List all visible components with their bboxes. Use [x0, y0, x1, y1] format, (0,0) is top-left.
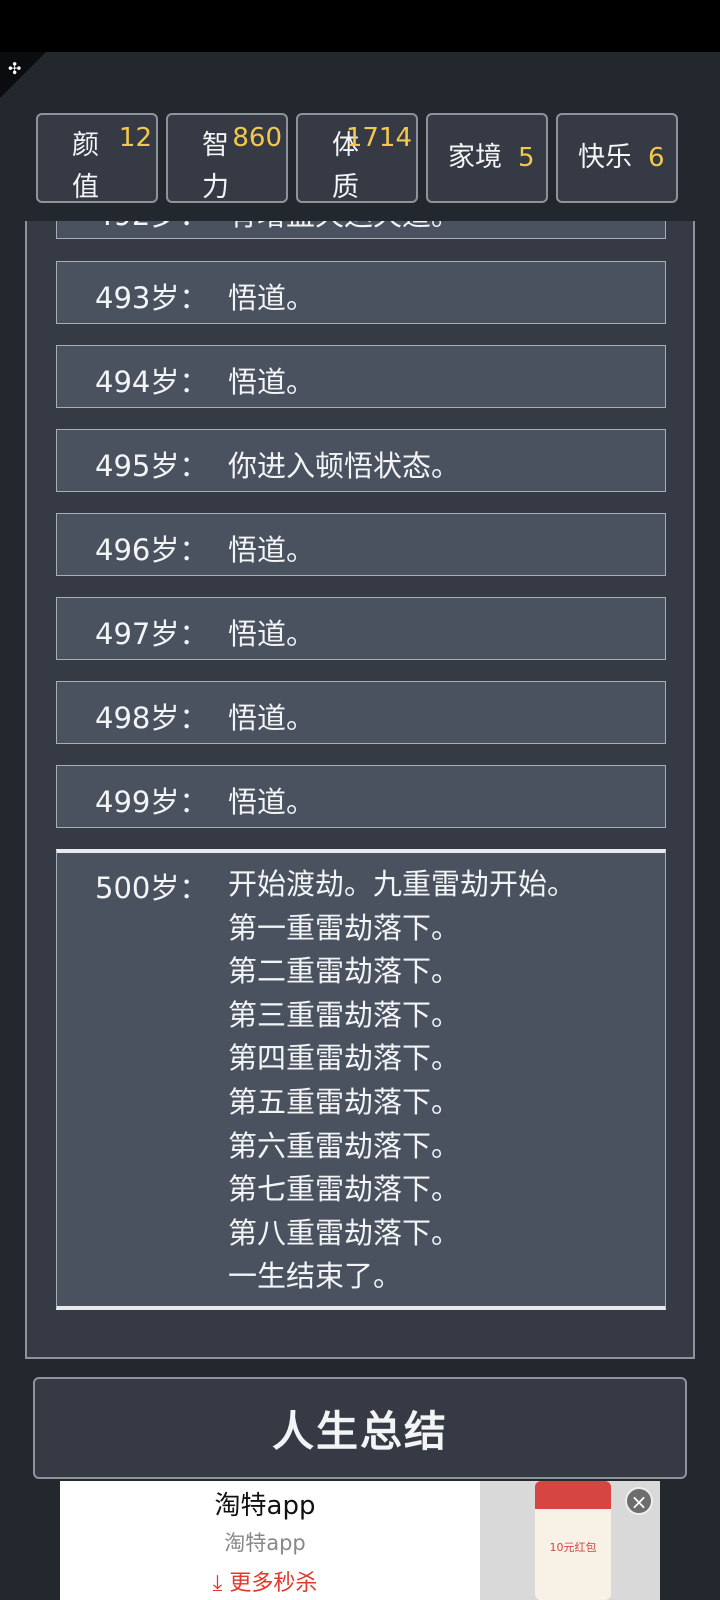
event-text: 悟道。 — [228, 365, 316, 399]
event-line: 第六重雷劫落下。 — [228, 1128, 461, 1163]
event-age: 499岁： — [95, 785, 209, 819]
life-event-list[interactable]: 492岁： 有增益天运天道。 493岁： 悟道。 494岁： 悟道。 495岁：… — [25, 221, 695, 1359]
close-icon[interactable]: × — [625, 1487, 653, 1515]
stat-label: 快乐 — [578, 142, 632, 173]
stat-value: 6 — [648, 143, 665, 173]
event-age: 495岁： — [95, 449, 209, 483]
event-text: 悟道。 — [228, 533, 316, 567]
event-text: 悟道。 — [228, 701, 316, 735]
event-age: 493岁： — [95, 281, 209, 315]
event-line: 第八重雷劫落下。 — [228, 1215, 461, 1250]
stat-value: 860 — [232, 123, 282, 153]
event-line: 第一重雷劫落下。 — [228, 910, 461, 945]
stat-label: 智力 — [202, 130, 229, 203]
event-line: 第四重雷劫落下。 — [228, 1041, 461, 1076]
ad-cta[interactable]: ⤓ 更多秒杀 — [60, 1565, 470, 1597]
event-line: 第二重雷劫落下。 — [228, 954, 461, 989]
ad-subtitle: 淘特app — [224, 1531, 306, 1555]
final-event-item: 500岁： 开始渡劫。九重雷劫开始。 第一重雷劫落下。 第二重雷劫落下。 第三重… — [56, 849, 666, 1310]
life-summary-button[interactable]: 人生总结 — [33, 1377, 687, 1479]
ad-banner[interactable]: 淘特app 淘特app ⤓ 更多秒杀 10元红包 — [60, 1481, 660, 1600]
ad-coupon-header — [535, 1481, 611, 1509]
list-item: 492岁： 有增益天运天道。 — [56, 221, 666, 239]
stat-happiness: 快乐 6 — [556, 113, 678, 203]
event-line: 开始渡劫。九重雷劫开始。 — [228, 867, 577, 901]
list-item: 499岁： 悟道。 — [56, 765, 666, 828]
stat-value: 1714 — [345, 123, 412, 153]
event-text: 你进入顿悟状态。 — [228, 449, 461, 483]
event-line: 第三重雷劫落下。 — [228, 997, 461, 1032]
status-bar — [0, 0, 720, 52]
list-item: 496岁： 悟道。 — [56, 513, 666, 576]
ad-title[interactable]: 淘特app — [60, 1485, 470, 1522]
list-item: 498岁： 悟道。 — [56, 681, 666, 744]
stat-label: 颜值 — [72, 130, 99, 203]
event-age: 494岁： — [95, 365, 209, 399]
ad-coupon-text: 10元红包 — [549, 1541, 597, 1554]
summary-button-label: 人生总结 — [271, 1406, 448, 1456]
event-text: 悟道。 — [228, 617, 316, 651]
stat-value: 5 — [518, 143, 535, 173]
event-text: 有增益天运天道。 — [228, 221, 460, 234]
stats-bar: 颜值 12 智力 860 体质 1714 家境 5 快乐 6 — [0, 113, 720, 205]
list-item: 494岁： 悟道。 — [56, 345, 666, 408]
event-text: 悟道。 — [228, 785, 316, 819]
event-line: 第五重雷劫落下。 — [228, 1084, 461, 1119]
download-arrow-icon: ⤓ — [212, 1571, 230, 1596]
stat-family: 家境 5 — [426, 113, 548, 203]
ad-cta-label: 更多秒杀 — [229, 1571, 318, 1596]
event-age: 496岁： — [95, 533, 209, 567]
event-lines: 开始渡劫。九重雷劫开始。 第一重雷劫落下。 第二重雷劫落下。 第三重雷劫落下。 … — [228, 863, 576, 1299]
event-age: 492岁： — [95, 221, 208, 234]
list-item: 495岁： 你进入顿悟状态。 — [56, 429, 666, 492]
stat-intelligence: 智力 860 — [166, 113, 288, 203]
stat-appearance: 颜值 12 — [36, 113, 158, 203]
event-age: 500岁： — [95, 871, 209, 905]
list-item: 493岁： 悟道。 — [56, 261, 666, 324]
event-text: 悟道。 — [228, 281, 316, 315]
event-line: 一生结束了。 — [228, 1259, 403, 1294]
event-line: 第七重雷劫落下。 — [228, 1172, 461, 1207]
stat-label: 家境 — [448, 142, 502, 173]
list-item: 497岁： 悟道。 — [56, 597, 666, 660]
event-age: 497岁： — [95, 617, 209, 651]
stat-value: 12 — [118, 123, 152, 153]
stat-constitution: 体质 1714 — [296, 113, 418, 203]
event-age: 498岁： — [95, 701, 209, 735]
butterfly-icon[interactable]: ✣ — [8, 58, 30, 80]
